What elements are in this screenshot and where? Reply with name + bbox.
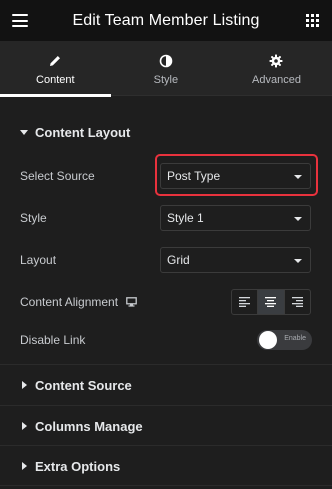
chevron-down-icon	[294, 217, 302, 221]
style-row: Style Style 1	[20, 205, 312, 231]
columns-manage-section: Columns Manage	[0, 406, 332, 446]
toggle-state-label: Enable	[284, 335, 306, 342]
extra-options-section: Extra Options	[0, 446, 332, 486]
pencil-icon	[50, 56, 61, 66]
columns-manage-header[interactable]: Columns Manage	[0, 406, 332, 446]
caret-right-icon	[22, 381, 27, 389]
panel-header: Edit Team Member Listing	[0, 0, 332, 41]
style-value: Style 1	[167, 211, 204, 225]
tab-style[interactable]: Style	[111, 41, 222, 96]
content-source-header[interactable]: Content Source	[0, 365, 332, 405]
panel-tabs: Content Style Advanced	[0, 41, 332, 97]
content-layout-header[interactable]: Content Layout	[0, 112, 332, 152]
layout-label: Layout	[20, 253, 57, 267]
align-right-icon	[291, 297, 303, 307]
tab-style-label: Style	[153, 74, 179, 86]
desktop-icon[interactable]	[126, 297, 137, 307]
align-right-button[interactable]	[285, 290, 310, 314]
content-alignment-text: Content Alignment	[20, 295, 119, 309]
tab-advanced-label: Advanced	[252, 74, 301, 86]
align-center-icon	[265, 297, 277, 307]
content-alignment-label: Content Alignment	[20, 295, 137, 309]
disable-link-row: Disable Link Enable	[20, 327, 312, 353]
caret-right-icon	[22, 462, 27, 470]
content-source-section: Content Source	[0, 365, 332, 406]
extra-options-header[interactable]: Extra Options	[0, 446, 332, 486]
caret-right-icon	[22, 422, 27, 430]
layout-dropdown[interactable]: Grid	[160, 247, 311, 273]
half-circle-icon	[159, 54, 173, 68]
style-label: Style	[20, 211, 47, 225]
align-left-button[interactable]	[232, 290, 259, 314]
style-dropdown[interactable]: Style 1	[160, 205, 311, 231]
panel-title: Edit Team Member Listing	[72, 11, 260, 29]
content-source-title: Content Source	[35, 377, 132, 393]
columns-manage-title: Columns Manage	[35, 418, 143, 434]
chevron-down-icon	[294, 259, 302, 263]
align-left-icon	[239, 297, 251, 307]
gear-icon	[269, 54, 283, 68]
extra-options-title: Extra Options	[35, 458, 121, 474]
tab-content-label: Content	[36, 74, 75, 86]
layout-row: Layout Grid	[20, 247, 312, 273]
disable-link-toggle[interactable]: Enable	[257, 330, 312, 350]
alignment-button-group	[231, 289, 311, 315]
disable-link-label: Disable Link	[20, 333, 86, 347]
select-source-highlight	[155, 154, 318, 196]
layout-value: Grid	[167, 253, 190, 267]
caret-down-icon	[20, 129, 28, 135]
hamburger-menu-icon[interactable]	[12, 14, 28, 27]
align-center-button[interactable]	[258, 290, 285, 314]
select-source-label: Select Source	[20, 169, 95, 183]
content-layout-title: Content Layout	[35, 124, 131, 140]
toggle-knob	[259, 331, 277, 349]
tab-content[interactable]: Content	[0, 41, 111, 97]
widgets-grid-icon[interactable]	[306, 14, 319, 27]
tab-advanced[interactable]: Advanced	[221, 41, 332, 96]
content-alignment-row: Content Alignment	[20, 289, 312, 315]
